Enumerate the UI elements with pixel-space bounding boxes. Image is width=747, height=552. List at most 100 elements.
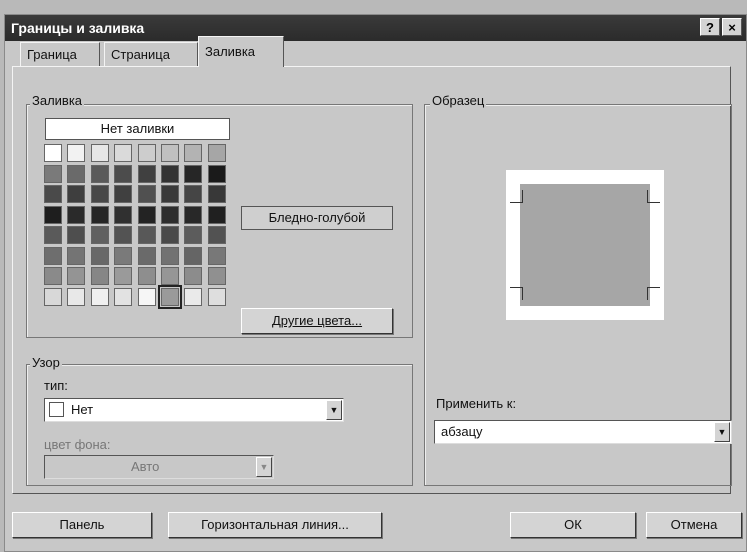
color-swatch[interactable]: [44, 185, 62, 203]
color-swatch[interactable]: [158, 284, 182, 309]
corner-mark-icon: [647, 287, 660, 300]
color-swatch[interactable]: [44, 164, 62, 183]
fill-group-label: Заливка: [30, 93, 85, 108]
color-swatch[interactable]: [67, 185, 86, 203]
color-swatch[interactable]: [137, 267, 156, 285]
color-swatch[interactable]: [44, 226, 62, 244]
color-swatch[interactable]: [207, 164, 226, 183]
color-swatch[interactable]: [90, 226, 109, 244]
chevron-down-icon[interactable]: ▼: [326, 400, 342, 420]
color-swatch[interactable]: [67, 246, 86, 265]
chevron-down-icon[interactable]: ▼: [714, 422, 730, 442]
color-swatch[interactable]: [137, 226, 156, 244]
color-swatch[interactable]: [207, 287, 226, 306]
bg-color-label: цвет фона:: [44, 437, 111, 452]
apply-to-select[interactable]: абзацу ▼: [434, 420, 732, 444]
corner-mark-icon: [510, 287, 523, 300]
color-swatch[interactable]: [184, 226, 203, 244]
color-swatch[interactable]: [161, 164, 179, 183]
panel-button[interactable]: Панель: [12, 512, 152, 538]
color-swatch[interactable]: [44, 246, 62, 265]
color-swatch[interactable]: [114, 246, 133, 265]
color-swatch[interactable]: [207, 185, 226, 203]
color-swatch[interactable]: [114, 205, 133, 224]
color-swatch[interactable]: [161, 226, 179, 244]
color-swatch[interactable]: [207, 226, 226, 244]
color-swatch[interactable]: [184, 144, 203, 162]
color-swatch[interactable]: [161, 185, 179, 203]
color-swatch[interactable]: [67, 287, 86, 306]
tab-border[interactable]: Граница: [20, 42, 100, 66]
title-bar[interactable]: Границы и заливка ? ×: [5, 15, 746, 41]
color-swatch[interactable]: [114, 185, 133, 203]
color-swatch[interactable]: [207, 205, 226, 224]
color-swatch[interactable]: [90, 164, 109, 183]
apply-to-label: Применить к:: [436, 396, 517, 411]
bg-color-select[interactable]: Авто ▼: [44, 455, 274, 479]
color-swatch[interactable]: [44, 144, 62, 162]
color-swatch[interactable]: [184, 164, 203, 183]
selected-color-name: Бледно-голубой: [241, 206, 393, 230]
help-button[interactable]: ?: [700, 18, 720, 36]
color-swatch[interactable]: [184, 287, 203, 306]
color-swatch[interactable]: [184, 246, 203, 265]
color-swatch[interactable]: [161, 267, 179, 285]
color-swatch[interactable]: [137, 287, 156, 306]
color-swatch[interactable]: [137, 164, 156, 183]
color-swatch[interactable]: [161, 144, 179, 162]
pattern-type-value: Нет: [71, 402, 94, 417]
color-swatch[interactable]: [44, 267, 62, 285]
color-swatch[interactable]: [90, 144, 109, 162]
dialog-title: Границы и заливка: [11, 20, 145, 36]
color-swatch[interactable]: [137, 205, 156, 224]
color-swatch[interactable]: [44, 205, 62, 224]
color-swatch[interactable]: [161, 246, 179, 265]
color-swatch[interactable]: [90, 287, 109, 306]
cancel-button[interactable]: Отмена: [646, 512, 742, 538]
color-swatch[interactable]: [67, 205, 86, 224]
color-swatch[interactable]: [184, 185, 203, 203]
color-swatch[interactable]: [114, 287, 133, 306]
close-button[interactable]: ×: [722, 18, 742, 36]
color-swatch[interactable]: [67, 267, 86, 285]
color-swatch[interactable]: [184, 267, 203, 285]
tab-border-label: Граница: [27, 47, 77, 62]
tab-shading[interactable]: Заливка: [198, 36, 284, 67]
more-colors-button[interactable]: Другие цвета...: [241, 308, 393, 334]
pattern-type-label: тип:: [44, 378, 68, 393]
preview-group-label: Образец: [430, 93, 487, 108]
color-swatch[interactable]: [44, 287, 62, 306]
corner-mark-icon: [647, 190, 660, 203]
tab-shading-label: Заливка: [205, 44, 256, 59]
color-swatch[interactable]: [207, 144, 226, 162]
chevron-down-icon[interactable]: ▼: [256, 457, 272, 477]
color-swatch[interactable]: [114, 226, 133, 244]
color-swatch[interactable]: [90, 267, 109, 285]
pattern-type-select[interactable]: Нет ▼: [44, 398, 344, 422]
color-swatch[interactable]: [114, 144, 133, 162]
color-swatch[interactable]: [207, 246, 226, 265]
color-swatch[interactable]: [67, 144, 86, 162]
color-swatch[interactable]: [114, 164, 133, 183]
color-swatch[interactable]: [90, 205, 109, 224]
color-swatch[interactable]: [184, 205, 203, 224]
ok-button[interactable]: ОК: [510, 512, 636, 538]
preview-area: [506, 170, 664, 320]
color-swatch[interactable]: [137, 185, 156, 203]
color-swatch[interactable]: [114, 267, 133, 285]
color-swatch[interactable]: [137, 246, 156, 265]
preview-shaded-paragraph: [520, 184, 650, 306]
apply-to-value: абзацу: [441, 424, 483, 439]
color-swatch[interactable]: [90, 185, 109, 203]
color-swatch[interactable]: [137, 144, 156, 162]
no-fill-option[interactable]: Нет заливки: [45, 118, 230, 140]
pattern-group-label: Узор: [30, 355, 62, 370]
color-swatch[interactable]: [90, 246, 109, 265]
tab-page[interactable]: Страница: [104, 42, 198, 66]
bg-color-value: Авто: [131, 459, 160, 474]
horizontal-line-button[interactable]: Горизонтальная линия...: [168, 512, 382, 538]
color-swatch[interactable]: [161, 205, 179, 224]
color-swatch[interactable]: [207, 267, 226, 285]
color-swatch[interactable]: [67, 164, 86, 183]
color-swatch[interactable]: [67, 226, 86, 244]
